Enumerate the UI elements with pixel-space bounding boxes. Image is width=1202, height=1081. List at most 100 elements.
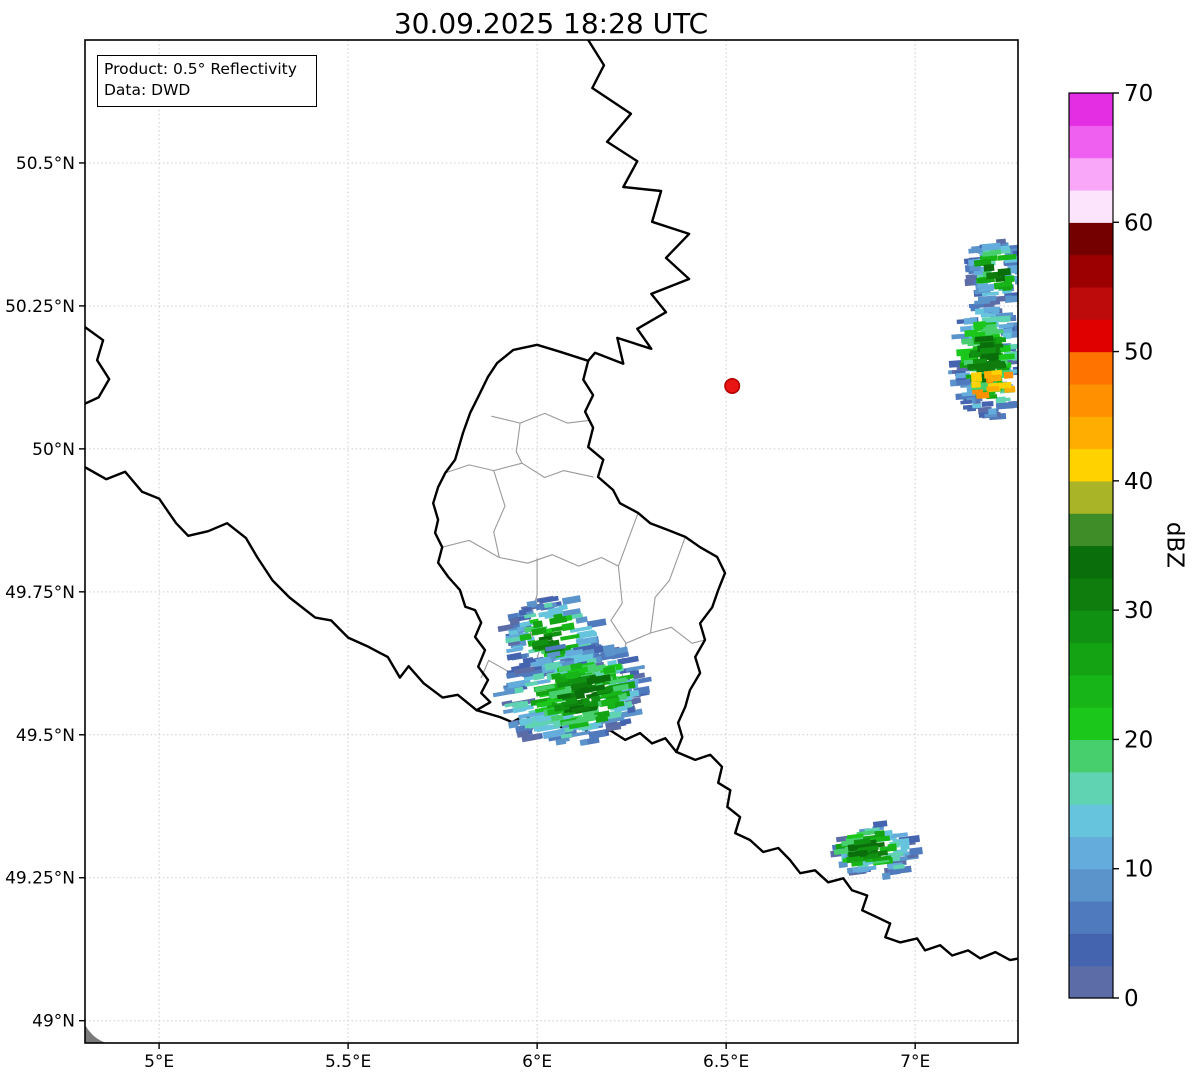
echo-cell-intense	[970, 371, 983, 383]
axis-ticks	[79, 162, 916, 1049]
echo-cell	[986, 352, 999, 361]
country-border-line	[587, 40, 691, 365]
colorbar-tick-label: 10	[1124, 857, 1153, 883]
colorbar-tick-label: 50	[1124, 340, 1153, 366]
echo-cell	[973, 321, 986, 329]
admin-border-line	[493, 470, 506, 559]
country-border-line	[85, 466, 478, 712]
y-tick-label: 49.5°N	[16, 726, 75, 746]
colorbar-tick-label: 60	[1124, 210, 1153, 236]
colorbar-segment	[1069, 674, 1113, 708]
colorbar-segment	[1069, 286, 1113, 320]
colorbar-segment	[1069, 965, 1113, 999]
y-tick-label: 49°N	[32, 1012, 75, 1032]
echo-cell	[506, 652, 522, 661]
x-tick-label: 5°E	[144, 1052, 174, 1072]
echo-cell	[1004, 295, 1018, 304]
y-tick-label: 49.25°N	[5, 869, 75, 889]
y-tick-label: 49.75°N	[5, 583, 75, 603]
colorbar: 0 10 20 30 40 50 60 70	[1068, 81, 1153, 1012]
admin-border-line	[515, 422, 523, 464]
y-tick-label: 50.5°N	[16, 154, 75, 174]
info-box-data-line: Data: DWD	[104, 81, 190, 99]
colorbar-tick-label: 0	[1124, 986, 1139, 1012]
echo-cell-intense	[998, 381, 1012, 389]
echo-cell	[979, 347, 996, 354]
echo-cell	[988, 408, 997, 415]
echo-cell	[972, 403, 982, 409]
echo-cell-intense	[986, 385, 1000, 392]
colorbar-segment	[1069, 707, 1113, 741]
colorbar-segment	[1069, 513, 1113, 547]
radar-site-marker	[724, 377, 741, 394]
x-tick-label: 7°E	[900, 1052, 930, 1072]
colorbar-segment	[1069, 804, 1113, 837]
colorbar-tick-label: 20	[1124, 727, 1153, 753]
echo-cell	[997, 268, 1011, 277]
colorbar-segment	[1069, 739, 1113, 773]
admin-border-line	[649, 536, 686, 634]
colorbar-segment	[1069, 254, 1113, 288]
echo-cell	[981, 400, 994, 407]
colorbar-segment	[1069, 189, 1113, 223]
colorbar-segment	[1069, 610, 1113, 644]
colorbar-segment	[1069, 868, 1113, 902]
colorbar-segment	[1069, 545, 1113, 579]
colorbar-axis-title: dBZ	[1162, 522, 1188, 568]
colorbar-segment	[1069, 351, 1113, 385]
colorbar-segment	[1069, 222, 1113, 256]
map-frame	[84, 39, 1019, 1044]
colorbar-segment	[1069, 383, 1113, 417]
echo-cell	[872, 820, 888, 828]
colorbar-segment	[1069, 933, 1113, 967]
admin-border-line	[521, 462, 594, 479]
admin-border-line	[444, 462, 523, 474]
colorbar-segment	[1069, 771, 1113, 805]
x-tick-label: 6.5°E	[703, 1052, 749, 1072]
admin-border-line	[441, 539, 619, 567]
echo-cell	[588, 729, 607, 740]
country-border-line	[85, 325, 111, 405]
radar-echo-east-cell-main	[948, 295, 1018, 421]
axis-tick-labels: 5°E 5.5°E 6°E 6.5°E 7°E 50.5°N 50.25°N 50°N 49.7…	[5, 154, 930, 1072]
y-tick-label: 50.25°N	[5, 297, 75, 317]
echo-cell	[972, 358, 988, 364]
info-box-product-line: Product: 0.5° Reflectivity	[104, 60, 297, 78]
corner-terrain-patch	[85, 1024, 105, 1043]
colorbar-segment	[1069, 448, 1113, 482]
colorbar-segment	[1069, 577, 1113, 611]
radar-echo-south-east-cell	[830, 820, 923, 881]
colorbar-tick-label: 70	[1124, 81, 1153, 107]
map-gridlines	[85, 40, 1018, 1043]
echo-cell	[983, 263, 995, 272]
echo-cell-intense	[987, 374, 1002, 382]
echo-cell-intense	[1003, 371, 1014, 379]
echo-cell	[881, 872, 891, 881]
admin-border-line	[625, 626, 706, 644]
echo-cell	[960, 400, 973, 405]
colorbar-segment	[1069, 125, 1113, 159]
colorbar-segment	[1069, 416, 1113, 450]
echo-cell	[983, 306, 1000, 314]
colorbar-segment	[1069, 157, 1113, 191]
echo-cell-intense	[971, 381, 981, 389]
x-tick-label: 5.5°E	[325, 1052, 371, 1072]
map-content	[85, 40, 1018, 1043]
echo-cell	[1000, 316, 1010, 323]
echo-cell-intense	[972, 389, 984, 395]
colorbar-segment	[1069, 642, 1113, 676]
radar-figure: 5°E 5.5°E 6°E 6.5°E 7°E 50.5°N 50.25°N 50°N 49.7…	[0, 0, 1202, 1081]
radar-figure-canvas: 5°E 5.5°E 6°E 6.5°E 7°E 50.5°N 50.25°N 50°N 49.7…	[5, 7, 1188, 1072]
colorbar-segment	[1069, 836, 1113, 870]
colorbar-tick-label: 40	[1124, 469, 1153, 495]
admin-border-line	[617, 512, 639, 567]
colorbar-tick-label: 30	[1124, 598, 1153, 624]
colorbar-segment	[1069, 319, 1113, 353]
x-tick-label: 6°E	[522, 1052, 552, 1072]
echo-cell	[1000, 245, 1010, 252]
colorbar-segment	[1069, 93, 1113, 126]
colorbar-segment	[1069, 480, 1113, 514]
admin-border-line	[491, 412, 591, 424]
y-tick-label: 50°N	[32, 440, 75, 460]
colorbar-segment	[1069, 901, 1113, 934]
